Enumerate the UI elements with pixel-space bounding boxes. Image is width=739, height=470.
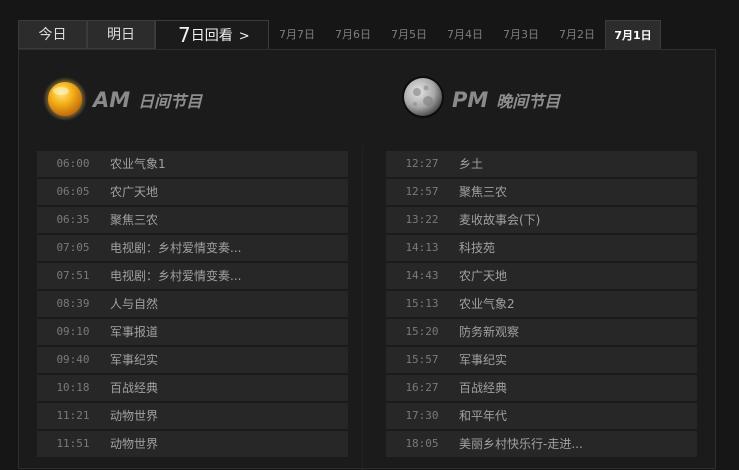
date-tab[interactable]: 7月2日 [549,20,605,49]
program-row[interactable]: 11:51 动物世界 [37,431,348,457]
program-row[interactable]: 12:57 聚焦三农 [386,179,697,205]
program-time: 14:43 [405,269,439,282]
am-period-title: 日间节目 [138,92,203,111]
program-time: 09:10 [56,325,90,338]
program-time: 14:13 [405,241,439,254]
program-title: 人与自然 [110,297,159,311]
date-tab[interactable]: 7月4日 [437,20,493,49]
program-time: 06:00 [56,157,90,170]
program-title: 防务新观察 [459,325,520,339]
program-time: 15:57 [405,353,439,366]
program-time: 12:27 [405,157,439,170]
program-row[interactable]: 15:13 农业气象2 [386,291,697,317]
program-row[interactable]: 10:18 百战经典 [37,375,348,401]
program-row[interactable]: 16:27 百战经典 [386,375,697,401]
program-title: 聚焦三农 [110,213,159,227]
program-time: 06:05 [56,185,90,198]
program-row[interactable]: 13:22 麦收故事会(下) [386,207,697,233]
program-time: 12:57 [405,185,439,198]
program-time: 11:21 [56,409,90,422]
program-title: 军事纪实 [110,353,159,367]
program-row[interactable]: 08:39 人与自然 [37,291,348,317]
program-title: 麦收故事会(下) [459,213,541,227]
program-title: 动物世界 [110,409,159,423]
column-divider [362,146,363,470]
program-time: 08:39 [56,297,90,310]
program-row[interactable]: 12:27 乡土 [386,151,697,177]
am-program-list: 06:00 农业气象1 06:05 农广天地 06:35 聚焦三农 07:05 电视剧：乡村爱… [37,151,348,459]
program-title: 和平年代 [459,409,508,423]
pm-program-list: 12:27 乡土 12:57 聚焦三农 13:22 麦收故事会(下) 14:13 科技苑 14:… [386,151,697,459]
program-title: 科技苑 [459,241,496,255]
date-tab[interactable]: 7月1日 [605,20,661,49]
pm-label: PM [452,88,489,112]
program-row[interactable]: 15:20 防务新观察 [386,319,697,345]
sun-icon [43,77,87,121]
program-title: 百战经典 [459,381,508,395]
program-title: 电视剧：乡村爱情变奏... [110,241,242,255]
tab-today[interactable]: 今日 [18,20,87,49]
program-row[interactable]: 14:43 农广天地 [386,263,697,289]
program-row[interactable]: 07:05 电视剧：乡村爱情变奏... [37,235,348,261]
program-time: 13:22 [405,213,439,226]
program-row[interactable]: 11:21 动物世界 [37,403,348,429]
program-time: 18:05 [405,437,439,450]
program-title: 百战经典 [110,381,159,395]
program-title: 农业气象1 [110,157,166,171]
program-row[interactable]: 15:57 军事纪实 [386,347,697,373]
program-time: 07:51 [56,269,90,282]
schedule-panel: AM 日间节目 PM 晚间节目 06:00 农业气象1 06:05 农广天地 06:35 聚焦… [18,49,716,470]
program-title: 动物世界 [110,437,159,451]
replay-label: 日回看 [190,28,233,44]
pm-title: PM 晚间节目 [452,88,560,112]
program-row[interactable]: 06:00 农业气象1 [37,151,348,177]
program-time: 15:20 [405,325,439,338]
am-label: AM [93,88,131,112]
date-tab[interactable]: 7月3日 [493,20,549,49]
program-time: 10:18 [56,381,90,394]
date-tab[interactable]: 7月5日 [381,20,437,49]
tab-7day-replay[interactable]: 7日回看 > [155,20,269,50]
program-row[interactable]: 07:51 电视剧：乡村爱情变奏... [37,263,348,289]
program-row[interactable]: 17:30 和平年代 [386,403,697,429]
program-time: 07:05 [56,241,90,254]
replay-number: 7 [178,23,191,47]
program-time: 09:40 [56,353,90,366]
program-title: 电视剧：乡村爱情变奏... [110,269,242,283]
program-row[interactable]: 06:35 聚焦三农 [37,207,348,233]
program-time: 06:35 [56,213,90,226]
program-row[interactable]: 09:10 军事报道 [37,319,348,345]
program-time: 17:30 [405,409,439,422]
date-tab[interactable]: 7月7日 [269,20,325,49]
program-time: 11:51 [56,437,90,450]
chevron-right-icon: > [238,29,250,44]
program-time: 16:27 [405,381,439,394]
program-row[interactable]: 09:40 军事纪实 [37,347,348,373]
tab-tomorrow[interactable]: 明日 [87,20,155,49]
am-title: AM 日间节目 [93,88,202,112]
pm-period-title: 晚间节目 [496,92,561,111]
program-row[interactable]: 06:05 农广天地 [37,179,348,205]
program-row[interactable]: 18:05 美丽乡村快乐行-走进... [386,431,697,457]
program-title: 美丽乡村快乐行-走进... [459,437,583,451]
program-title: 农业气象2 [459,297,515,311]
moon-icon [402,76,444,118]
program-title: 乡土 [459,157,484,171]
program-title: 军事报道 [110,325,159,339]
program-title: 农广天地 [459,269,508,283]
program-time: 15:13 [405,297,439,310]
date-tab[interactable]: 7月6日 [325,20,381,49]
program-title: 聚焦三农 [459,185,508,199]
program-title: 农广天地 [110,185,159,199]
program-title: 军事纪实 [459,353,508,367]
program-row[interactable]: 14:13 科技苑 [386,235,697,261]
